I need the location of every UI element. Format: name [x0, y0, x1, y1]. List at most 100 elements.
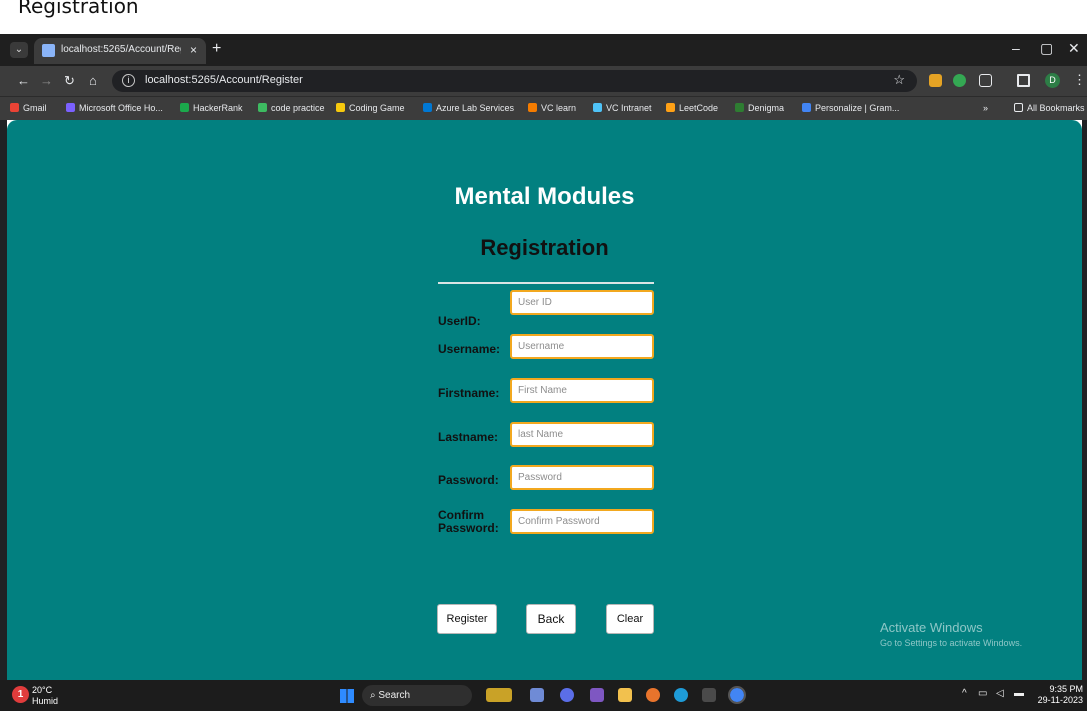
- watermark-line2: Go to Settings to activate Windows.: [880, 638, 1023, 648]
- url-text: localhost:5265/Account/Register: [145, 74, 303, 86]
- bookmark-vc-learn[interactable]: VC learn: [528, 103, 576, 113]
- tray-chevron-icon[interactable]: ^: [962, 688, 967, 699]
- userid-input[interactable]: [510, 290, 654, 315]
- watermark-line1: Activate Windows: [880, 620, 983, 635]
- tab-close-icon[interactable]: ×: [190, 43, 197, 57]
- username-input[interactable]: [510, 334, 654, 359]
- taskbar-search[interactable]: ⌕ Search: [362, 685, 472, 706]
- browser-chrome: ⌄ localhost:5265/Account/Registe × + – ▢…: [0, 34, 1087, 120]
- lastname-label: Lastname:: [438, 430, 499, 444]
- bookmark-star-icon[interactable]: ☆: [893, 72, 905, 88]
- confirm-password-label: Confirm Password:: [438, 509, 499, 535]
- activate-windows-watermark: Activate Windows Go to Settings to activ…: [880, 620, 1022, 648]
- coding-game-icon: [336, 103, 345, 112]
- clock-time: 9:35 PM: [1049, 684, 1083, 694]
- azure-icon: [423, 103, 432, 112]
- opera-icon[interactable]: [646, 688, 660, 702]
- visual-studio-icon[interactable]: [590, 688, 604, 702]
- code-practice-icon: [258, 103, 267, 112]
- menu-kebab-icon[interactable]: ⋮: [1073, 72, 1086, 88]
- battery-icon[interactable]: ▬: [1014, 688, 1024, 699]
- denigma-icon: [735, 103, 744, 112]
- bookmark-leetcode[interactable]: LeetCode: [666, 103, 718, 113]
- firstname-input[interactable]: [510, 378, 654, 403]
- home-icon[interactable]: ⌂: [89, 73, 97, 88]
- register-button[interactable]: Register: [437, 604, 497, 634]
- forward-arrow-icon[interactable]: →: [40, 73, 53, 88]
- vc-learn-icon: [528, 103, 537, 112]
- extensions-puzzle-icon[interactable]: [979, 74, 992, 87]
- back-button[interactable]: Back: [526, 604, 576, 634]
- profile-avatar[interactable]: D: [1045, 73, 1060, 88]
- folder-icon: [1014, 103, 1023, 112]
- clock-date: 29-11-2023: [1037, 695, 1083, 705]
- document-caption: Registration: [0, 0, 1087, 34]
- username-label: Username:: [438, 342, 501, 356]
- window-close-icon[interactable]: ✕: [1068, 40, 1080, 57]
- window-frame-right: [1082, 120, 1087, 680]
- site-info-icon[interactable]: i: [122, 74, 135, 87]
- bookmarks-overflow-button[interactable]: »: [983, 103, 988, 113]
- form-divider: [438, 282, 654, 284]
- bookmark-gmail[interactable]: Gmail: [10, 103, 47, 113]
- task-view-icon[interactable]: [530, 688, 544, 702]
- userid-label: UserID:: [438, 314, 481, 328]
- tab-search-button[interactable]: ⌄: [10, 42, 28, 58]
- personalize-icon: [802, 103, 811, 112]
- page-favicon-icon: [42, 44, 55, 57]
- chrome-icon[interactable]: [728, 686, 746, 704]
- terminal-icon[interactable]: [702, 688, 716, 702]
- extension-icon[interactable]: [929, 74, 942, 87]
- network-icon[interactable]: ▭: [978, 688, 987, 699]
- caption-text: Registration: [18, 0, 139, 18]
- windows-taskbar: 1 20°C Humid ⌕ Search ^ ▭ ◁ ▬ 9:35 PM 29…: [0, 680, 1087, 711]
- bookmarks-bar: Gmail Microsoft Office Ho... HackerRank …: [0, 96, 1087, 120]
- search-icon: ⌕: [370, 690, 376, 701]
- start-windows-icon[interactable]: [340, 689, 354, 703]
- bookmark-coding-game[interactable]: Coding Game: [336, 103, 405, 113]
- window-frame-left: [0, 120, 7, 680]
- vc-intranet-icon: [593, 103, 602, 112]
- confirm-password-input[interactable]: [510, 509, 654, 534]
- app-title: Mental Modules: [454, 183, 635, 210]
- lastname-input[interactable]: [510, 422, 654, 447]
- file-explorer-icon[interactable]: [618, 688, 632, 702]
- password-input[interactable]: [510, 465, 654, 490]
- taskbar-search-label: Search: [378, 690, 411, 701]
- new-tab-button[interactable]: +: [212, 40, 221, 58]
- volume-icon[interactable]: ◁: [996, 688, 1004, 699]
- weather-widget[interactable]: 20°C Humid: [32, 685, 58, 707]
- restore-icon[interactable]: ▢: [1040, 40, 1053, 57]
- confirm-password-label-line1: Confirm: [438, 508, 484, 522]
- bookmark-denigma[interactable]: Denigma: [735, 103, 784, 113]
- bookmark-hackerrank[interactable]: HackerRank: [180, 103, 243, 113]
- firstname-label: Firstname:: [438, 386, 500, 400]
- clear-button[interactable]: Clear: [606, 604, 654, 634]
- bookmark-azure-lab[interactable]: Azure Lab Services: [423, 103, 514, 113]
- bookmark-office[interactable]: Microsoft Office Ho...: [66, 103, 163, 113]
- back-arrow-icon[interactable]: ←: [17, 73, 30, 88]
- bookmark-personalize[interactable]: Personalize | Gram...: [802, 103, 899, 113]
- system-clock[interactable]: 9:35 PM 29-11-2023: [1037, 684, 1083, 706]
- side-panel-icon[interactable]: [1017, 74, 1030, 87]
- edge-icon[interactable]: [674, 688, 688, 702]
- weather-badge-icon[interactable]: 1: [12, 686, 29, 703]
- leetcode-icon: [666, 103, 675, 112]
- bookmark-vc-intranet[interactable]: VC Intranet: [593, 103, 652, 113]
- all-bookmarks-folder[interactable]: All Bookmarks: [1014, 103, 1085, 113]
- form-title: Registration: [480, 235, 609, 260]
- chat-icon[interactable]: [560, 688, 574, 702]
- confirm-password-label-line2: Password:: [438, 521, 499, 535]
- temperature: 20°C: [32, 685, 53, 695]
- browser-tab-active[interactable]: localhost:5265/Account/Registe ×: [34, 38, 206, 64]
- gmail-icon: [10, 103, 19, 112]
- reload-icon[interactable]: ↻: [64, 73, 75, 89]
- address-bar[interactable]: i localhost:5265/Account/Register ☆: [112, 70, 917, 92]
- minimize-icon[interactable]: –: [1012, 40, 1020, 56]
- tab-title: localhost:5265/Account/Registe: [61, 44, 181, 55]
- page-viewport: Mental Modules Registration UserID: User…: [7, 120, 1082, 680]
- weather-condition: Humid: [32, 696, 59, 706]
- widgets-icon[interactable]: [486, 688, 512, 702]
- extension-icon[interactable]: [953, 74, 966, 87]
- bookmark-code-practice[interactable]: code practice: [258, 103, 325, 113]
